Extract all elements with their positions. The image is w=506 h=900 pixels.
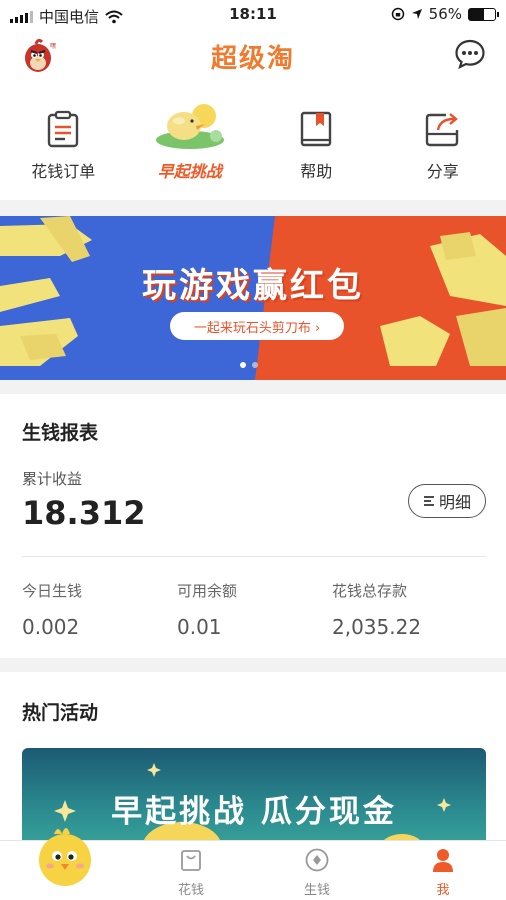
coin-icon <box>305 848 329 872</box>
person-icon <box>433 849 453 872</box>
cumulative-earnings-label: 累计收益 <box>22 470 83 488</box>
details-button-label: 明细 <box>438 493 471 512</box>
clipboard-icon <box>48 110 79 148</box>
quick-action-label: 分享 <box>426 162 459 181</box>
quick-action-label: 帮助 <box>300 162 333 181</box>
book-icon <box>301 111 332 147</box>
tab-me[interactable]: 我 <box>403 847 483 898</box>
stat-value: 2,035.22 <box>332 615 422 639</box>
section-divider <box>0 658 506 672</box>
stat-label: 今日生钱 <box>22 582 83 600</box>
message-icon[interactable] <box>454 38 486 70</box>
quick-action-orders[interactable]: 花钱订单 <box>0 100 127 185</box>
stat-label: 可用余额 <box>177 582 238 600</box>
quick-action-label: 早起挑战 <box>157 162 222 181</box>
tab-earn[interactable]: 生钱 <box>277 847 357 898</box>
section-divider <box>0 200 506 216</box>
hot-activities-title: 热门活动 <box>22 702 99 724</box>
lock-rotation-icon <box>391 7 404 21</box>
quick-action-label: 花钱订单 <box>31 162 96 181</box>
stat-balance: 可用余额 0.01 <box>177 580 332 639</box>
mascot-chick-icon[interactable] <box>36 820 94 890</box>
battery-percent: 56% <box>428 5 462 23</box>
brand-logo: 超级淘 <box>210 44 295 74</box>
quick-action-share[interactable]: 分享 <box>380 100 506 185</box>
status-bar: 中国电信 18:11 56% <box>0 0 506 30</box>
cumulative-earnings-value: 18.312 <box>22 494 146 532</box>
pager-dot[interactable] <box>252 362 258 368</box>
stat-today: 今日生钱 0.002 <box>22 580 177 639</box>
tab-label: 生钱 <box>303 883 330 898</box>
report-divider <box>22 556 486 557</box>
tab-label: 我 <box>436 883 450 898</box>
app-header: 嘿 超级淘 <box>0 30 506 80</box>
stat-value: 0.01 <box>177 615 222 639</box>
list-icon <box>423 496 434 506</box>
tab-label: 花钱 <box>177 883 204 898</box>
promo-banner[interactable]: 玩游戏赢红包 一起来玩石头剪刀布 › <box>0 216 506 380</box>
details-button[interactable]: 明细 <box>408 484 486 518</box>
tab-spend[interactable]: 花钱 <box>151 847 231 898</box>
banner-pager <box>240 362 258 368</box>
report-title: 生钱报表 <box>22 422 99 444</box>
stat-value: 0.002 <box>22 615 80 639</box>
status-right: 56% <box>391 5 499 23</box>
chick-illustration <box>155 104 224 149</box>
banner-cta-button[interactable]: 一起来玩石头剪刀布 › <box>170 312 344 340</box>
quick-action-help[interactable]: 帮助 <box>253 100 380 185</box>
bag-icon <box>181 850 201 871</box>
share-icon <box>425 113 458 147</box>
stat-total-deposit: 花钱总存款 2,035.22 <box>332 580 487 639</box>
section-divider <box>0 380 506 394</box>
battery-icon <box>468 7 499 21</box>
pager-dot[interactable] <box>240 362 246 368</box>
location-icon <box>411 9 422 19</box>
report-stats: 今日生钱 0.002 可用余额 0.01 花钱总存款 2,035.22 <box>22 580 492 639</box>
quick-action-early-challenge[interactable]: 早起挑战 <box>127 100 254 185</box>
stat-label: 花钱总存款 <box>332 582 408 600</box>
quick-actions: 花钱订单 早起挑战 帮助 分享 <box>0 100 506 185</box>
banner-title: 玩游戏赢红包 <box>142 266 364 306</box>
